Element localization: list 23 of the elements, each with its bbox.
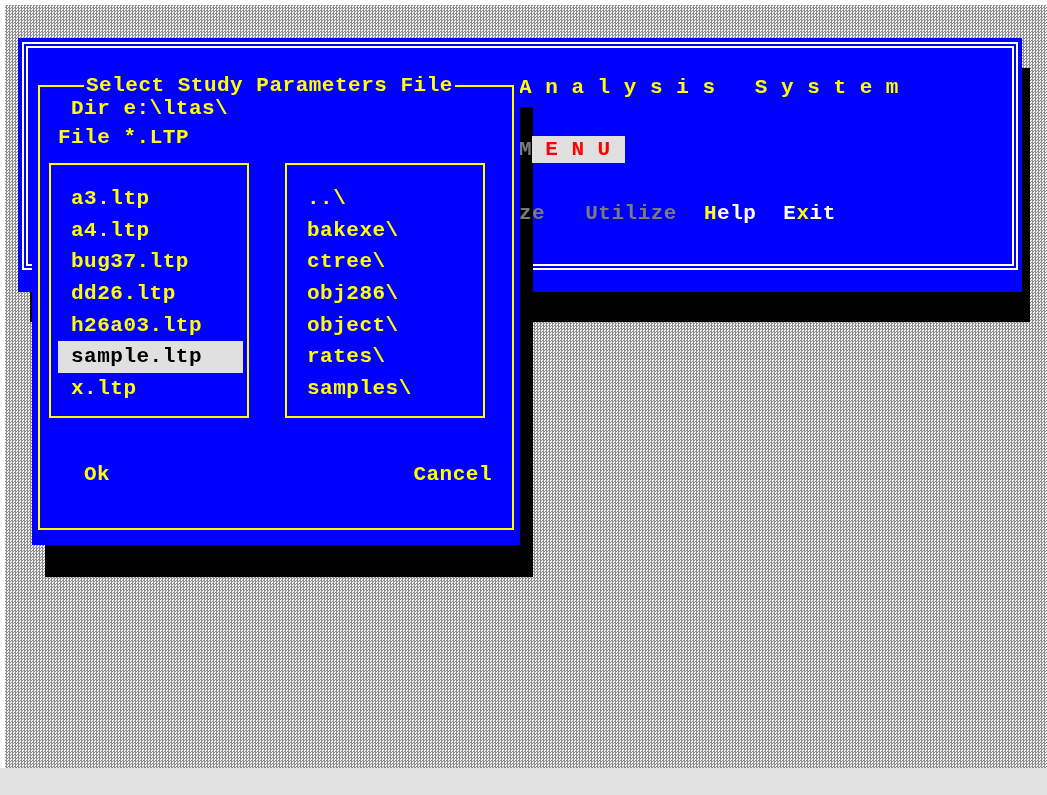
dialog-title: Select Study Parameters File — [84, 74, 455, 97]
file-list-item[interactable]: x.ltp — [58, 373, 243, 405]
cancel-button[interactable]: Cancel — [413, 463, 492, 486]
directory-list-item[interactable]: object\ — [294, 309, 479, 342]
directory-label: Dir e:\ltas\ — [71, 97, 230, 120]
menu-item[interactable]: Exit — [783, 201, 836, 225]
menu-item[interactable]: Help — [703, 201, 757, 225]
directory-list-item[interactable]: rates\ — [294, 341, 479, 374]
file-list-item[interactable]: dd26.ltp — [58, 278, 243, 310]
ok-button[interactable]: Ok — [84, 463, 111, 486]
file-list-item[interactable]: bug37.ltp — [58, 246, 243, 279]
file-list-item[interactable]: a4.ltp — [58, 214, 243, 247]
directory-list-item[interactable]: samples\ — [294, 373, 479, 405]
file-list-item[interactable]: sample.ltp — [58, 341, 243, 374]
directory-list-item[interactable]: bakexe\ — [294, 214, 479, 247]
file-list-item[interactable]: h26a03.ltp — [58, 309, 243, 342]
file-filter-label: File *.LTP — [58, 126, 191, 149]
file-list-item[interactable]: a3.ltp — [58, 183, 243, 215]
menu-title: M E N U — [519, 135, 625, 163]
directory-list-item[interactable]: obj286\ — [294, 278, 479, 310]
directory-list-item[interactable]: ctree\ — [294, 246, 479, 279]
directory-list-item[interactable]: ..\ — [294, 183, 479, 215]
window-title: A n a l y s i s S y s t e m — [519, 75, 899, 99]
